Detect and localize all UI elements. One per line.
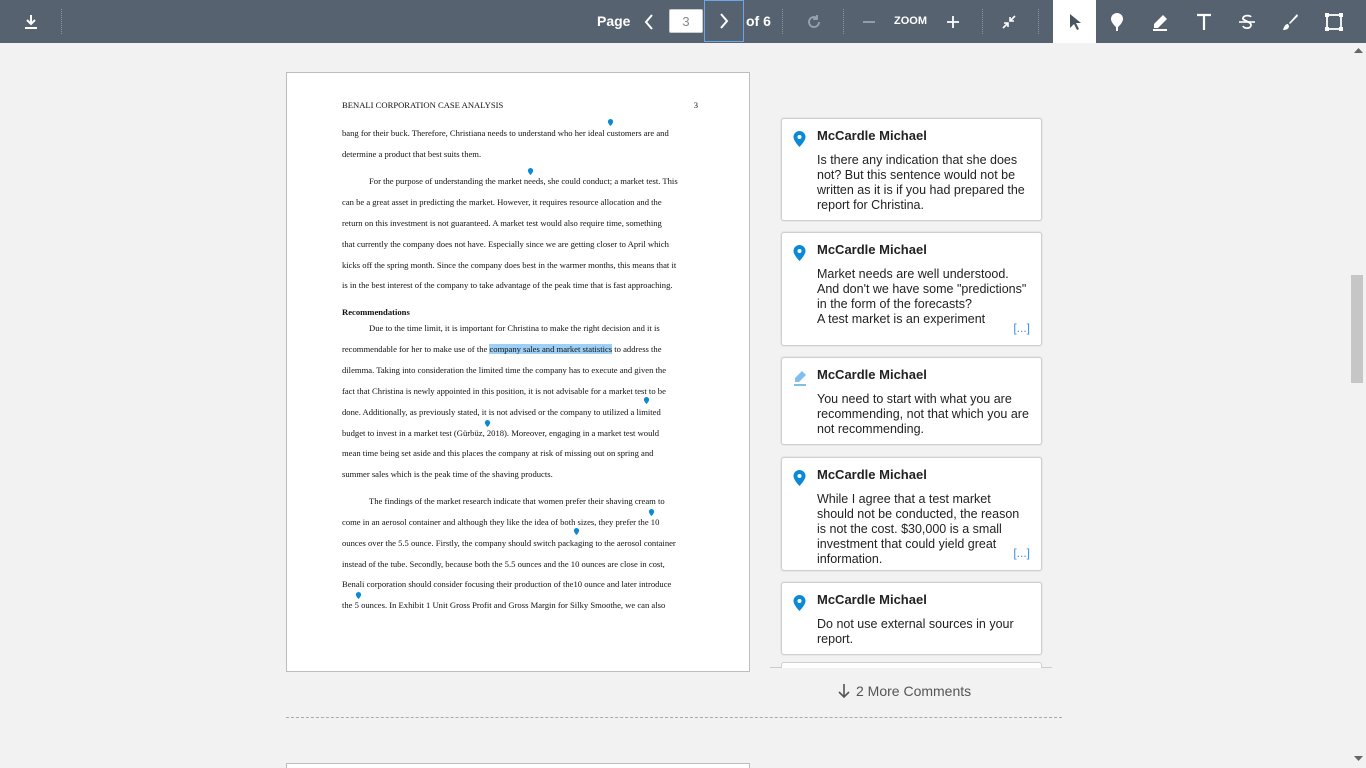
toolbar-divider: [61, 9, 62, 34]
text-line: the 5 ounces. In Exhibit 1 Unit Gross Pr…: [342, 600, 666, 610]
text-line: dilemma. Taking into consideration the l…: [342, 365, 667, 375]
text-run: to address the: [612, 344, 662, 354]
annotation-pin-icon[interactable]: [573, 528, 580, 535]
page-label: Page: [597, 13, 631, 29]
comment-card[interactable]: McCardle Michael Is there any indication…: [781, 118, 1042, 221]
highlighted-text[interactable]: company sales and market statistics: [489, 344, 613, 354]
text-icon[interactable]: [1191, 0, 1217, 43]
rotate-icon[interactable]: [802, 0, 826, 43]
text-line: summer sales which is the peak time of t…: [342, 469, 553, 479]
scroll-up-icon[interactable]: [1354, 47, 1363, 53]
strikethrough-icon[interactable]: [1234, 0, 1260, 43]
comment-text: Market needs are well understood. And do…: [817, 267, 1027, 326]
comment-text: While I agree that a test market should …: [817, 492, 1020, 566]
more-comments-button[interactable]: 2 More Comments: [838, 683, 971, 699]
comment-card[interactable]: McCardle Michael While I agree that a te…: [781, 457, 1042, 571]
text-line: is in the best interest of the company t…: [342, 280, 673, 290]
text-line: recommendable for her to make use of the…: [342, 344, 662, 354]
toolbar-divider: [843, 9, 844, 34]
comment-author: McCardle Michael: [817, 467, 927, 482]
header-page-number: 3: [693, 100, 698, 110]
page-header: BENALI CORPORATION CASE ANALYSIS 3: [342, 100, 698, 110]
text-line: can be a great asset in predicting the m…: [342, 197, 662, 207]
text-line: bang for their buck. Therefore, Christia…: [342, 128, 669, 138]
comment-text: Do not use external sources in your repo…: [817, 617, 1014, 646]
pin-icon: [793, 245, 806, 261]
comment-card[interactable]: McCardle Michael Do not use external sou…: [781, 582, 1042, 655]
chevron-left-icon[interactable]: [637, 0, 661, 43]
toolbar-divider: [1038, 9, 1039, 34]
highlight-pen-icon[interactable]: [1147, 0, 1173, 43]
text-line: ounces over the 5.5 ounce. Firstly, the …: [342, 538, 676, 548]
chevron-right-icon[interactable]: [704, 0, 744, 42]
highlight-pen-icon: [794, 371, 806, 386]
annotation-pin-icon[interactable]: [355, 592, 362, 599]
comment-text: Is there any indication that she does no…: [817, 153, 1025, 212]
annotation-pin-icon[interactable]: [607, 119, 614, 126]
arrow-down-icon: [838, 684, 850, 699]
header-title: BENALI CORPORATION CASE ANALYSIS: [342, 100, 504, 110]
comment-text: You need to start with what you are reco…: [817, 392, 1029, 436]
more-comments-label: 2 More Comments: [856, 683, 972, 699]
page-separator: [286, 717, 1062, 718]
zoom-label: ZOOM: [894, 15, 927, 27]
comment-author: McCardle Michael: [817, 242, 927, 257]
pointer-icon[interactable]: [1053, 0, 1096, 43]
text-line: The findings of the market research indi…: [369, 496, 665, 506]
document-page: BENALI CORPORATION CASE ANALYSIS 3 bang …: [286, 72, 750, 672]
comment-card[interactable]: McCardle Michael Market needs are well u…: [781, 232, 1042, 346]
text-line: Due to the time limit, it is important f…: [369, 323, 660, 333]
comments-overflow-edge: [770, 662, 1052, 673]
page-number-input[interactable]: [669, 9, 703, 33]
scroll-down-icon[interactable]: [1354, 756, 1363, 762]
area-select-icon[interactable]: [1320, 0, 1348, 43]
page-total: of 6: [746, 13, 771, 29]
text-line: instead of the tube. Secondly, because b…: [342, 559, 665, 569]
zoom-in-icon[interactable]: [942, 0, 964, 43]
annotation-pin-icon[interactable]: [648, 509, 655, 516]
comment-author: McCardle Michael: [817, 128, 927, 143]
text-line: done. Additionally, as previously stated…: [342, 407, 661, 417]
text-line: determine a product that best suits them…: [342, 149, 482, 159]
text-line: fact that Christina is newly appointed i…: [342, 386, 666, 396]
text-line: that currently the company does not have…: [342, 239, 669, 249]
expand-comment-link[interactable]: [...]: [1013, 321, 1030, 335]
text-line: kicks off the spring month. Since the co…: [342, 260, 677, 270]
scrollbar-thumb[interactable]: [1351, 275, 1363, 383]
text-line: mean time being set aside and this place…: [342, 448, 654, 458]
annotation-pin-icon[interactable]: [484, 420, 491, 427]
annotation-pin-icon[interactable]: [527, 168, 534, 175]
toolbar: Page of 6 ZOOM: [0, 0, 1366, 43]
annotation-pin-icon[interactable]: [643, 397, 650, 404]
download-icon[interactable]: [14, 0, 48, 43]
text-line: return on this investment is not guarant…: [342, 218, 662, 228]
pin-icon: [793, 595, 806, 611]
hidden-comment-card: [781, 662, 1042, 668]
pin-icon: [793, 470, 806, 486]
brush-icon[interactable]: [1277, 0, 1303, 43]
toolbar-divider: [982, 9, 983, 34]
collapse-icon[interactable]: [996, 0, 1022, 43]
expand-comment-link[interactable]: [...]: [1013, 546, 1030, 560]
text-run: recommendable for her to make use of the: [342, 344, 490, 354]
text-line: come in an aerosol container and althoug…: [342, 517, 660, 527]
text-line: budget to invest in a market test (Gürbü…: [342, 428, 660, 438]
comment-author: McCardle Michael: [817, 367, 927, 382]
pin-icon: [793, 131, 806, 147]
comment-card[interactable]: McCardle Michael You need to start with …: [781, 357, 1042, 445]
zoom-out-icon[interactable]: [858, 0, 880, 43]
section-heading: Recommendations: [342, 307, 410, 317]
text-line: Benali corporation should consider focus…: [342, 579, 672, 589]
next-document-page: [286, 763, 750, 768]
text-line: For the purpose of understanding the mar…: [369, 176, 678, 186]
pin-icon[interactable]: [1104, 0, 1130, 43]
toolbar-divider: [782, 9, 783, 34]
comment-author: McCardle Michael: [817, 592, 927, 607]
